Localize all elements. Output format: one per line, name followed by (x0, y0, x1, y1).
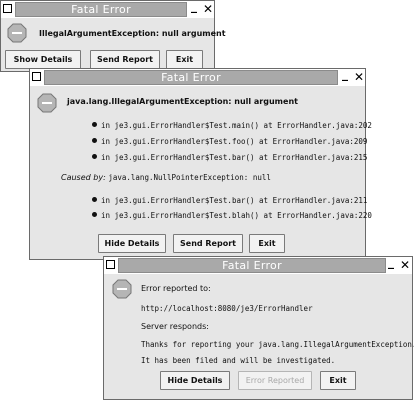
close-icon[interactable]: ✕ (203, 1, 213, 17)
stack-frame: in je3.gui.ErrorHandler$Test.bar() at Er… (92, 196, 367, 205)
window-menu-icon[interactable] (3, 4, 12, 13)
fatal-error-window-3: Fatal Error _ ✕ Error reported to: http:… (103, 254, 414, 400)
stack-frame-text: in je3.gui.ErrorHandler$Test.bar() at Er… (101, 153, 368, 162)
caused-by-text: java.lang.NullPointerException: null (108, 173, 271, 182)
window-title: Fatal Error (118, 258, 386, 273)
titlebar[interactable]: Fatal Error _ ✕ (1, 0, 214, 18)
caused-by-label: Caused by: (61, 173, 106, 182)
show-details-button[interactable]: Show Details (5, 50, 81, 69)
hide-details-button[interactable]: Hide Details (98, 234, 166, 253)
bullet-icon (92, 138, 97, 143)
stop-sign-icon (112, 279, 132, 299)
fatal-error-window-1: Fatal Error _ ✕ IllegalArgumentException… (0, 0, 226, 72)
minimize-icon[interactable]: _ (388, 254, 394, 270)
titlebar[interactable]: Fatal Error _ ✕ (30, 66, 365, 86)
minimize-icon[interactable]: _ (191, 0, 197, 14)
exit-button[interactable]: Exit (249, 234, 285, 253)
window-title: Fatal Error (15, 2, 187, 17)
reported-to-label: Error reported to: (141, 284, 211, 293)
error-message: java.lang.IllegalArgumentException: null… (67, 97, 298, 106)
server-response-line-2: It has been filed and will be investigat… (141, 356, 336, 365)
minimize-icon[interactable]: _ (342, 66, 348, 82)
hide-details-button[interactable]: Hide Details (160, 371, 230, 390)
stop-sign-icon (37, 93, 57, 113)
stack-frame: in je3.gui.ErrorHandler$Test.main() at E… (92, 121, 372, 130)
server-responds-label: Server responds: (141, 322, 209, 331)
fatal-error-window-2: Fatal Error _ ✕ java.lang.IllegalArgumen… (29, 66, 372, 260)
error-reported-button: Error Reported (238, 371, 312, 390)
send-report-button[interactable]: Send Report (173, 234, 243, 253)
titlebar[interactable]: Fatal Error _ ✕ (104, 254, 412, 274)
stack-frame-text: in je3.gui.ErrorHandler$Test.blah() at E… (101, 211, 372, 220)
bullet-icon (92, 197, 97, 202)
stack-frame-text: in je3.gui.ErrorHandler$Test.foo() at Er… (101, 137, 368, 146)
caused-by-line: Caused by: java.lang.NullPointerExceptio… (61, 173, 271, 182)
window-title: Fatal Error (44, 70, 338, 85)
send-report-button[interactable]: Send Report (90, 50, 160, 69)
stop-sign-icon (7, 23, 27, 43)
report-url: http://localhost:8080/je3/ErrorHandler (141, 304, 313, 313)
close-icon[interactable]: ✕ (354, 69, 364, 85)
bullet-icon (92, 212, 97, 217)
stack-frame: in je3.gui.ErrorHandler$Test.foo() at Er… (92, 137, 367, 146)
stack-frame-text: in je3.gui.ErrorHandler$Test.main() at E… (101, 121, 372, 130)
bullet-icon (92, 122, 97, 127)
exit-button[interactable]: Exit (166, 50, 203, 69)
server-response-line-1: Thanks for reporting your java.lang.Ille… (141, 340, 414, 349)
close-icon[interactable]: ✕ (400, 257, 410, 273)
exit-button[interactable]: Exit (320, 371, 356, 390)
error-message: IllegalArgumentException: null argument (39, 29, 226, 38)
bullet-icon (92, 154, 97, 159)
window-menu-icon[interactable] (106, 260, 115, 269)
stack-frame-text: in je3.gui.ErrorHandler$Test.bar() at Er… (101, 196, 368, 205)
window-menu-icon[interactable] (32, 72, 41, 81)
stack-frame: in je3.gui.ErrorHandler$Test.bar() at Er… (92, 153, 367, 162)
stack-frame: in je3.gui.ErrorHandler$Test.blah() at E… (92, 211, 372, 220)
